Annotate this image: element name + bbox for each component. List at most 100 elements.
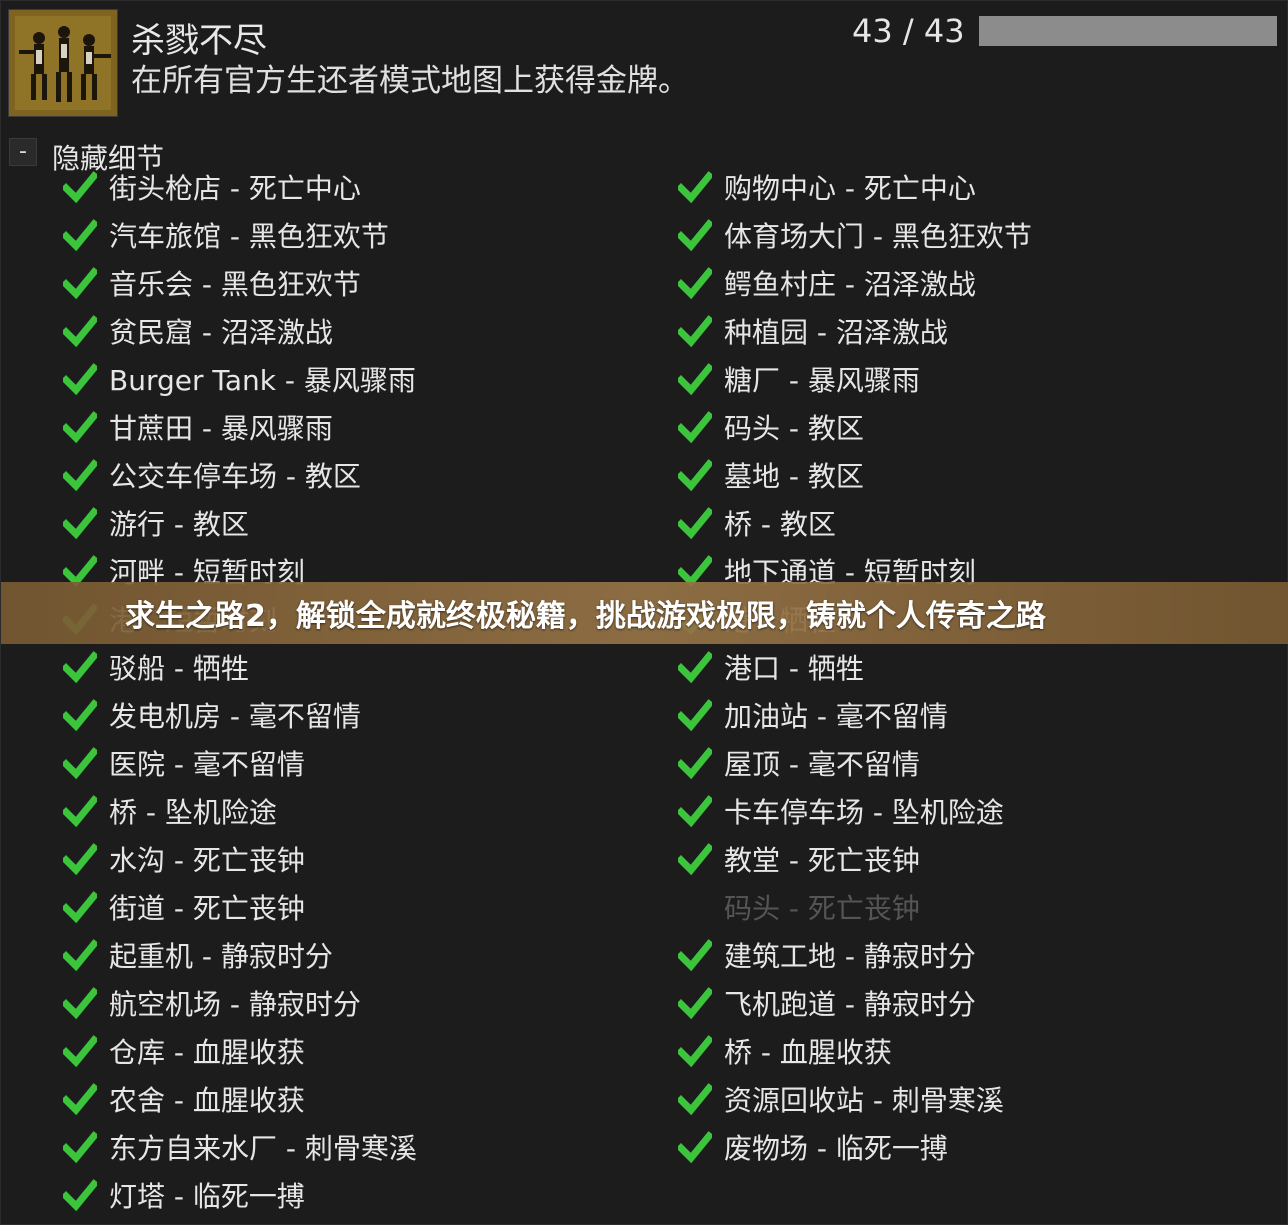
check-icon xyxy=(678,746,712,780)
check-icon xyxy=(63,794,97,828)
map-list-item-label: 仓库 - 血腥收获 xyxy=(109,1036,305,1069)
map-list-item: 水沟 - 死亡丧钟 xyxy=(63,835,417,883)
check-icon xyxy=(63,506,97,540)
map-list-item: 医院 - 毫不留情 xyxy=(63,739,417,787)
right-map-list: 购物中心 - 死亡中心体育场大门 - 黑色狂欢节 鳄鱼村庄 - 沼泽激战 种植园 -… xyxy=(678,163,1032,1171)
check-icon xyxy=(63,842,97,876)
map-list-item: 桥 - 坠机险途 xyxy=(63,787,417,835)
check-icon xyxy=(678,1130,712,1164)
map-list-item-label: 废物场 - 临死一搏 xyxy=(724,1132,948,1165)
map-list-item: 体育场大门 - 黑色狂欢节 xyxy=(678,211,1032,259)
map-list-item-label: 种植园 - 沼泽激战 xyxy=(724,316,948,349)
map-list-item-label: 灯塔 - 临死一搏 xyxy=(109,1180,305,1213)
map-list-item-label: 农舍 - 血腥收获 xyxy=(109,1084,305,1117)
check-icon xyxy=(63,362,97,396)
map-list-item: 汽车旅馆 - 黑色狂欢节 xyxy=(63,211,417,259)
progress-bar xyxy=(979,16,1277,46)
achievement-panel: 杀戮不尽 在所有官方生还者模式地图上获得金牌。 43 / 43 - 隐藏细节 街… xyxy=(0,0,1288,1225)
map-list-item: 种植园 - 沼泽激战 xyxy=(678,307,1032,355)
check-icon xyxy=(678,458,712,492)
map-list-item: 桥 - 血腥收获 xyxy=(678,1027,1032,1075)
check-icon xyxy=(63,410,97,444)
map-list-item: 桥 - 教区 xyxy=(678,499,1032,547)
check-icon xyxy=(63,1130,97,1164)
map-list-item-label: 发电机房 - 毫不留情 xyxy=(109,700,361,733)
map-list-item-label: 驳船 - 牺牲 xyxy=(109,652,249,685)
banner-text: 求生之路2，解锁全成就终极秘籍，挑战游戏极限，铸就个人传奇之路 xyxy=(125,599,1046,634)
map-list-item-label: 东方自来水厂 - 刺骨寒溪 xyxy=(109,1132,417,1165)
progress-text: 43 / 43 xyxy=(852,12,965,50)
check-icon xyxy=(678,362,712,396)
map-list-item-label: 鳄鱼村庄 - 沼泽激战 xyxy=(724,268,976,301)
map-list-item: 农舍 - 血腥收获 xyxy=(63,1075,417,1123)
progress-fill xyxy=(979,16,1277,46)
map-list-item-label: 汽车旅馆 - 黑色狂欢节 xyxy=(109,220,389,253)
map-list-item: 码头 - 死亡丧钟 xyxy=(678,883,1032,931)
check-icon xyxy=(678,218,712,252)
check-icon xyxy=(678,266,712,300)
check-icon xyxy=(63,1034,97,1068)
map-list-item: 飞机跑道 - 静寂时分 xyxy=(678,979,1032,1027)
map-list-item-label: 音乐会 - 黑色狂欢节 xyxy=(109,268,361,301)
map-list-item-label: 甘蔗田 - 暴风骤雨 xyxy=(109,412,333,445)
map-list-item-label: 街头枪店 - 死亡中心 xyxy=(109,172,361,205)
check-icon xyxy=(63,458,97,492)
map-list-item: 港口 - 牺牲 xyxy=(678,643,1032,691)
map-list-item: 公交车停车场 - 教区 xyxy=(63,451,417,499)
check-icon xyxy=(63,1082,97,1116)
check-icon xyxy=(678,1034,712,1068)
map-list-item: 购物中心 - 死亡中心 xyxy=(678,163,1032,211)
map-list-item-label: 体育场大门 - 黑色狂欢节 xyxy=(724,220,1032,253)
check-icon xyxy=(63,266,97,300)
map-list-item-label: 桥 - 教区 xyxy=(724,508,836,541)
check-icon xyxy=(63,1178,97,1212)
check-icon xyxy=(678,794,712,828)
map-list-item-label: 公交车停车场 - 教区 xyxy=(109,460,361,493)
map-list-item-label: 加油站 - 毫不留情 xyxy=(724,700,948,733)
check-icon xyxy=(678,842,712,876)
map-list-item-label: 起重机 - 静寂时分 xyxy=(109,940,333,973)
check-icon xyxy=(678,410,712,444)
map-list-item: 起重机 - 静寂时分 xyxy=(63,931,417,979)
map-list-item: 建筑工地 - 静寂时分 xyxy=(678,931,1032,979)
collapse-toggle-button[interactable]: - xyxy=(9,138,37,166)
map-list-item-label: 街道 - 死亡丧钟 xyxy=(109,892,305,925)
map-list-item: 街头枪店 - 死亡中心 xyxy=(63,163,417,211)
map-list-item: 仓库 - 血腥收获 xyxy=(63,1027,417,1075)
map-list-item-label: 教堂 - 死亡丧钟 xyxy=(724,844,920,877)
map-list-item: 加油站 - 毫不留情 xyxy=(678,691,1032,739)
map-list-item: 屋顶 - 毫不留情 xyxy=(678,739,1032,787)
check-icon xyxy=(63,218,97,252)
check-icon xyxy=(63,650,97,684)
map-list-item: 驳船 - 牺牲 xyxy=(63,643,417,691)
map-list-item-label: 水沟 - 死亡丧钟 xyxy=(109,844,305,877)
map-list-item: 街道 - 死亡丧钟 xyxy=(63,883,417,931)
map-list-item-label: 航空机场 - 静寂时分 xyxy=(109,988,361,1021)
map-list-item-label: 医院 - 毫不留情 xyxy=(109,748,305,781)
map-list-item: 东方自来水厂 - 刺骨寒溪 xyxy=(63,1123,417,1171)
map-list-item-label: 卡车停车场 - 坠机险途 xyxy=(724,796,1004,829)
map-list-item-label: 码头 - 教区 xyxy=(724,412,864,445)
map-list-item: 灯塔 - 临死一搏 xyxy=(63,1171,417,1219)
map-list-item: 卡车停车场 - 坠机险途 xyxy=(678,787,1032,835)
check-icon xyxy=(63,938,97,972)
map-list-item-label: 飞机跑道 - 静寂时分 xyxy=(724,988,976,1021)
check-icon xyxy=(678,650,712,684)
achievement-description: 在所有官方生还者模式地图上获得金牌。 xyxy=(131,63,689,99)
map-list-item: 教堂 - 死亡丧钟 xyxy=(678,835,1032,883)
map-list-item: 航空机场 - 静寂时分 xyxy=(63,979,417,1027)
map-list-item: 游行 - 教区 xyxy=(63,499,417,547)
map-list-item: 资源回收站 - 刺骨寒溪 xyxy=(678,1075,1032,1123)
map-list-item: 墓地 - 教区 xyxy=(678,451,1032,499)
map-list-item-label: 桥 - 坠机险途 xyxy=(109,796,277,829)
check-icon xyxy=(63,170,97,204)
check-icon xyxy=(678,170,712,204)
check-icon xyxy=(63,890,97,924)
check-icon xyxy=(63,746,97,780)
map-list-item: 贫民窟 - 沼泽激战 xyxy=(63,307,417,355)
left-map-list: 街头枪店 - 死亡中心 汽车旅馆 - 黑色狂欢节 音乐会 - 黑色狂欢节贫民窟 - … xyxy=(63,163,417,1219)
check-icon xyxy=(678,986,712,1020)
map-list-item-label: 港口 - 牺牲 xyxy=(724,652,864,685)
map-list-item: 音乐会 - 黑色狂欢节 xyxy=(63,259,417,307)
map-list-item-label: Burger Tank - 暴风骤雨 xyxy=(109,364,416,397)
